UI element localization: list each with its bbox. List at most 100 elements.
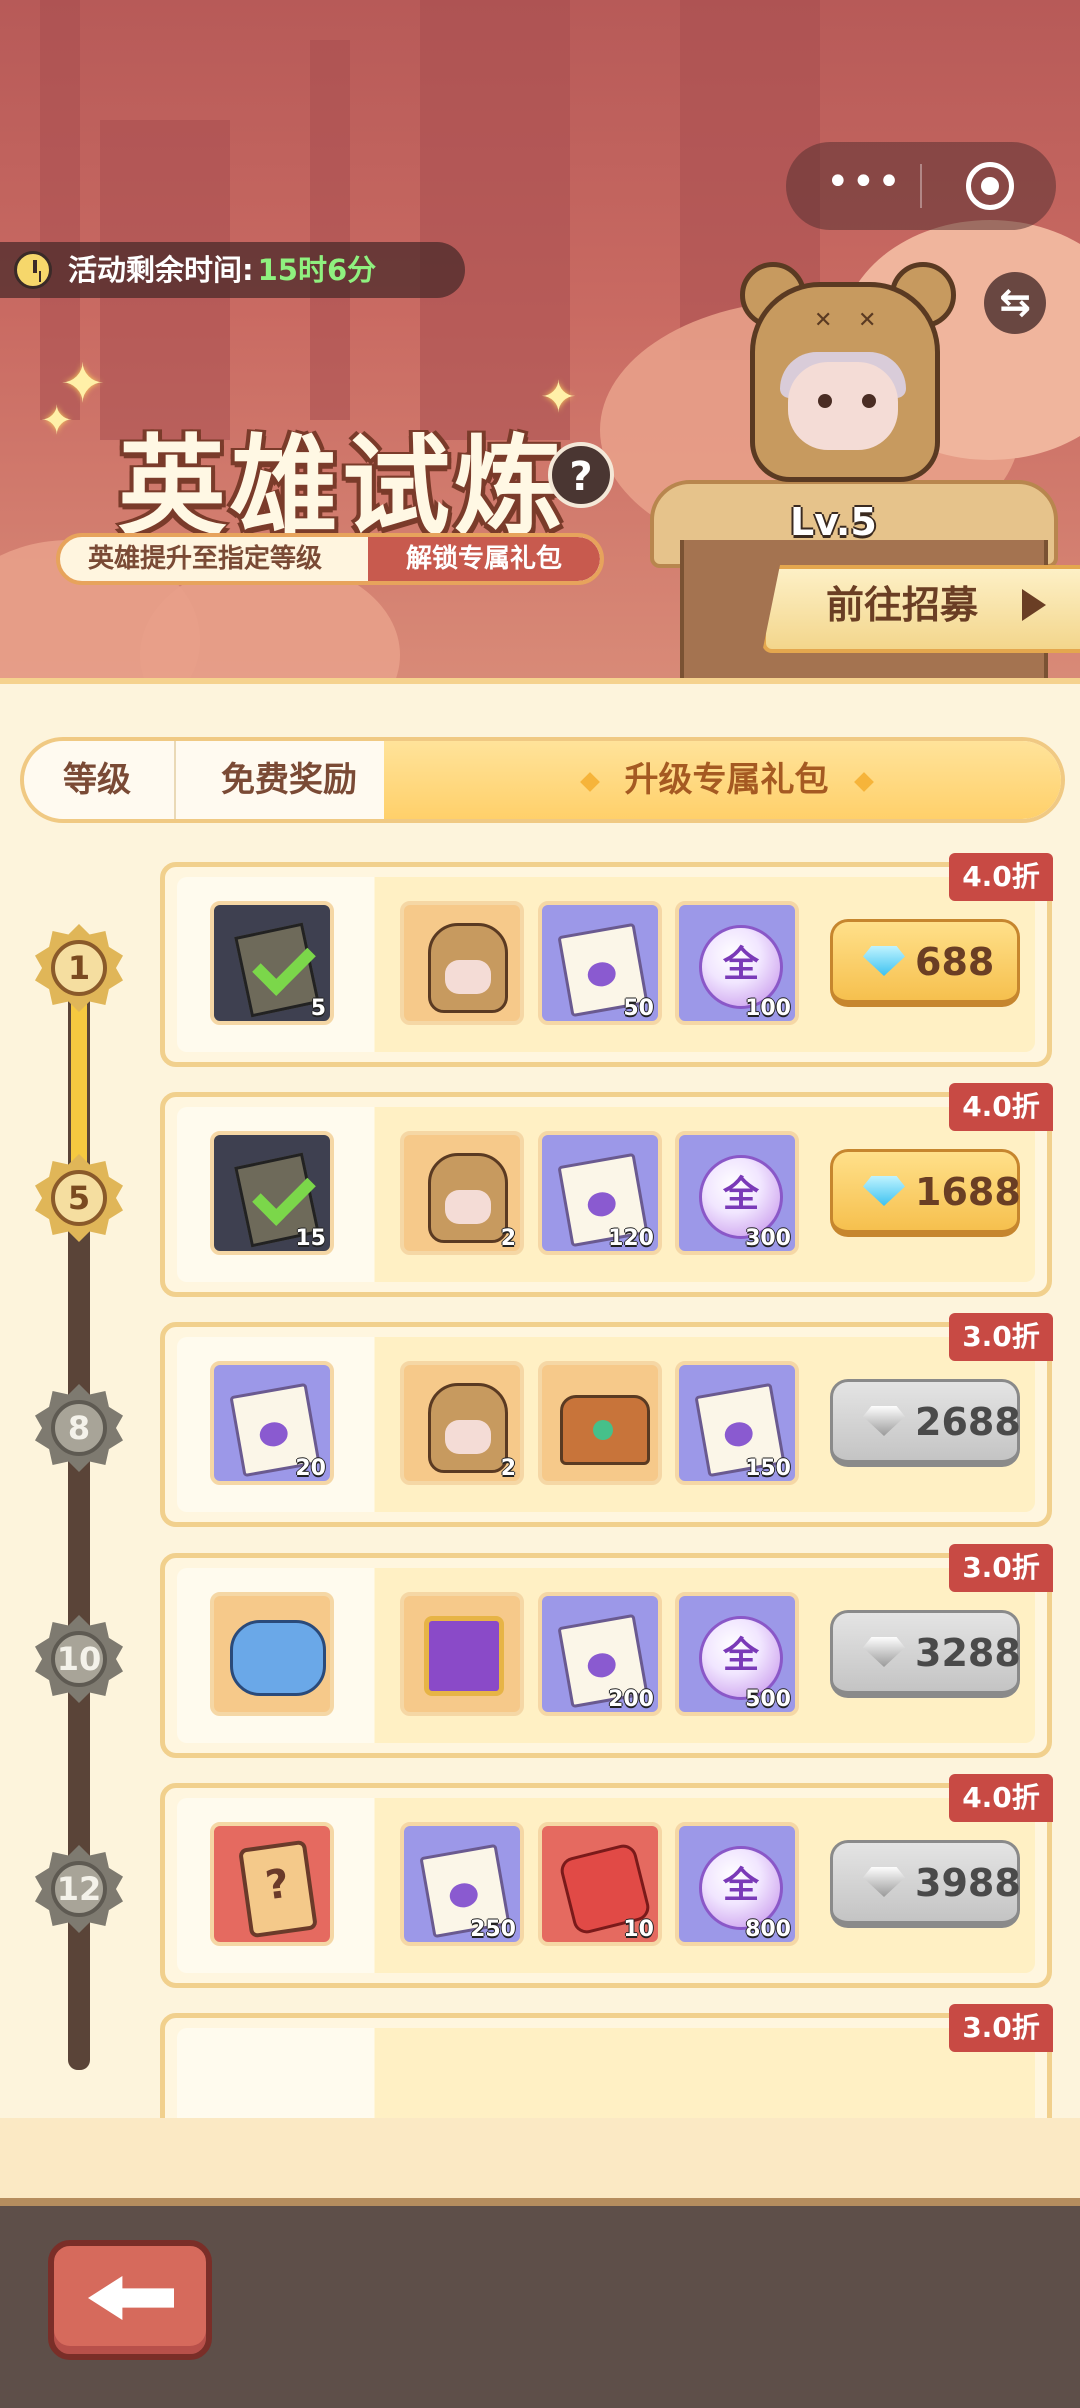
item-count: 20	[295, 1456, 326, 1481]
back-arrow-icon	[88, 2276, 174, 2320]
price-value: 3288	[915, 1631, 1021, 1675]
reward-item-puzzle-piece[interactable]: 10	[538, 1822, 662, 1946]
castle-spire	[310, 40, 350, 420]
reward-item-integral-scroll[interactable]: 200	[538, 1592, 662, 1716]
panel-bottom-edge	[0, 2118, 1080, 2198]
reward-item-bear-hero[interactable]: 2	[400, 1361, 524, 1485]
item-count: 100	[745, 996, 791, 1021]
discount-badge: 3.0折	[949, 1313, 1053, 1361]
price-value: 2688	[915, 1400, 1021, 1444]
hero-level: Lv.5	[790, 500, 877, 544]
level-node: 1	[29, 918, 129, 1018]
buy-button[interactable]: 3288	[830, 1610, 1021, 1698]
go-recruit-button[interactable]: 前往招募	[762, 565, 1080, 653]
clock-icon	[14, 251, 52, 289]
subtitle-banner: 英雄提升至指定等级 解锁专属礼包	[56, 533, 604, 585]
back-button[interactable]	[48, 2240, 212, 2360]
reward-item-all-orb[interactable]: 全 800	[675, 1822, 799, 1946]
gift-row: 3.0折 20 2 150 2688	[160, 1313, 1053, 1527]
diamond-ornament-icon	[853, 771, 874, 792]
item-count: 2	[500, 1456, 516, 1481]
item-count: 250	[470, 1917, 516, 1942]
reward-item-all-orb[interactable]: 全 100	[675, 901, 799, 1025]
close-miniprogram-icon[interactable]	[966, 162, 1014, 210]
discount-badge: 4.0折	[949, 853, 1053, 901]
buy-button[interactable]: 1688	[830, 1149, 1021, 1237]
gift-row: 4.0折 5 50 全 100 688	[160, 853, 1053, 1067]
reward-item-bear-hero[interactable]: 2	[400, 1131, 524, 1255]
miniprogram-capsule: •••	[786, 142, 1056, 230]
level-number: 10	[51, 1631, 107, 1687]
level-number: 5	[51, 1170, 107, 1226]
recruit-label: 前往招募	[826, 583, 979, 627]
reward-item-all-orb[interactable]: 全 300	[675, 1131, 799, 1255]
discount-badge: 3.0折	[949, 2004, 1053, 2052]
hero-avatar: ✕ ✕	[740, 262, 956, 502]
help-button[interactable]: ?	[548, 442, 614, 508]
buy-button[interactable]: 688	[830, 919, 1020, 1007]
gift-row: 4.0折 15 2 120 全 300 1688	[160, 1083, 1053, 1297]
diamond-icon	[863, 1637, 905, 1667]
play-arrow-icon	[1022, 589, 1046, 621]
reward-item-integral-scroll[interactable]: 120	[538, 1131, 662, 1255]
level-node: 5	[29, 1148, 129, 1248]
more-menu-icon[interactable]: •••	[826, 162, 901, 202]
event-timer: 活动剩余时间: 15时6分	[0, 242, 465, 298]
diamond-icon	[863, 946, 905, 976]
diamond-icon	[863, 1867, 905, 1897]
item-count: 10	[623, 1917, 654, 1942]
level-number: 1	[51, 940, 107, 996]
reward-item-integral-scroll[interactable]: 150	[675, 1361, 799, 1485]
capsule-divider	[920, 164, 922, 208]
item-count: 50	[623, 996, 654, 1021]
item-count: 800	[745, 1917, 791, 1942]
reward-item-integral-scroll[interactable]: 250	[400, 1822, 524, 1946]
buy-button[interactable]: 2688	[830, 1379, 1021, 1467]
level-node: 12	[29, 1839, 129, 1939]
reward-item-integral-scroll[interactable]: 20	[210, 1361, 334, 1485]
reward-item-mystery-card[interactable]: ?	[210, 1822, 334, 1946]
reward-item-bear-hero[interactable]	[400, 901, 524, 1025]
reward-item-treasure-chest[interactable]	[538, 1361, 662, 1485]
level-number: 8	[51, 1400, 107, 1456]
tab-free-rewards[interactable]: 免费奖励	[174, 741, 402, 819]
reward-item-purple-box[interactable]	[400, 1592, 524, 1716]
price-value: 3988	[915, 1861, 1021, 1905]
reward-item-notebook-check[interactable]: 15	[210, 1131, 334, 1255]
diamond-icon	[863, 1176, 905, 1206]
item-count: 500	[745, 1687, 791, 1712]
item-count: 2	[500, 1226, 516, 1251]
tab-upgrade-packs-label: 升级专属礼包	[624, 760, 829, 800]
tab-level[interactable]: 等级	[24, 741, 170, 819]
diamond-ornament-icon	[579, 771, 600, 792]
swap-hero-button[interactable]: ⇆	[984, 272, 1046, 334]
timer-label: 活动剩余时间:	[68, 253, 254, 287]
item-count: 300	[745, 1226, 791, 1251]
discount-badge: 4.0折	[949, 1774, 1053, 1822]
price-value: 1688	[915, 1170, 1021, 1214]
reward-item-all-orb[interactable]: 全 500	[675, 1592, 799, 1716]
buy-button[interactable]: 3988	[830, 1840, 1021, 1928]
reward-item-notebook-check[interactable]: 5	[210, 901, 334, 1025]
item-count: 120	[608, 1226, 654, 1251]
subtitle-right: 解锁专属礼包	[368, 537, 600, 581]
tab-bar: 等级 免费奖励 升级专属礼包	[20, 737, 1065, 823]
level-number: 12	[51, 1861, 107, 1917]
timer-value: 15时6分	[257, 253, 377, 287]
level-node: 8	[29, 1378, 129, 1478]
tab-upgrade-packs[interactable]: 升级专属礼包	[384, 741, 1061, 819]
price-value: 688	[915, 940, 995, 984]
discount-badge: 4.0折	[949, 1083, 1053, 1131]
reward-item-integral-scroll[interactable]: 50	[538, 901, 662, 1025]
gift-row: 3.0折 200 全 500 3288	[160, 1544, 1053, 1758]
discount-badge: 3.0折	[949, 1544, 1053, 1592]
level-node: 10	[29, 1609, 129, 1709]
reward-item-hero-group[interactable]	[210, 1592, 334, 1716]
sparkle-icon: ✦	[60, 352, 106, 415]
item-count: 5	[310, 996, 326, 1021]
item-count: 200	[608, 1687, 654, 1712]
subtitle-left: 英雄提升至指定等级	[88, 544, 323, 574]
item-count: 15	[295, 1226, 326, 1251]
item-count: 150	[745, 1456, 791, 1481]
gift-row: 4.0折? 250 10 全 800 3988	[160, 1774, 1053, 1988]
